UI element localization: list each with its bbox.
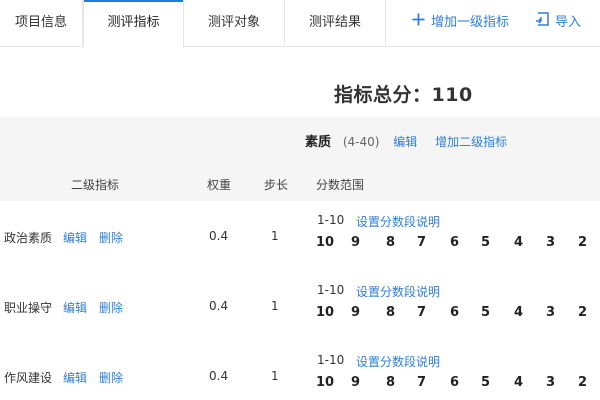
score-option[interactable]: 6 xyxy=(450,305,459,320)
delete-link[interactable]: 删除 xyxy=(99,369,123,386)
step-value: 1 xyxy=(271,369,279,383)
tab-targets[interactable]: 测评对象 xyxy=(184,0,285,47)
score-option[interactable]: 5 xyxy=(481,305,490,320)
plus-icon xyxy=(412,0,425,46)
score-option[interactable]: 4 xyxy=(514,375,523,390)
set-score-description-link[interactable]: 设置分数段说明 xyxy=(356,213,440,230)
add-level1-label: 增加一级指标 xyxy=(431,15,510,30)
score-option[interactable]: 2 xyxy=(578,375,587,390)
edit-link[interactable]: 编辑 xyxy=(63,299,87,316)
delete-link[interactable]: 删除 xyxy=(99,229,123,246)
table-row: 作风建设 编辑 删除 0.4 1 1-10 设置分数段说明 10 9 8 7 6 5 4 3 2 xyxy=(0,341,600,400)
score-options: 10 9 8 7 6 5 4 3 2 xyxy=(316,375,596,393)
import-icon xyxy=(535,0,549,46)
indicator-name: 职业操守 xyxy=(4,301,53,315)
score-options: 10 9 8 7 6 5 4 3 2 xyxy=(316,235,596,253)
tab-label: 项目信息 xyxy=(14,15,67,30)
delete-link[interactable]: 删除 xyxy=(99,299,123,316)
score-options: 10 9 8 7 6 5 4 3 2 xyxy=(316,305,596,323)
category-name: 素质 xyxy=(305,135,332,150)
active-tab-indicator xyxy=(84,0,183,2)
score-option[interactable]: 2 xyxy=(578,235,587,250)
import-label: 导入 xyxy=(555,15,582,30)
score-option[interactable]: 4 xyxy=(514,305,523,320)
add-level2-indicator-link[interactable]: 增加二级指标 xyxy=(435,135,507,149)
score-option[interactable]: 9 xyxy=(351,235,360,250)
score-option[interactable]: 8 xyxy=(386,375,395,390)
import-button[interactable]: 导入 xyxy=(535,0,581,47)
score-option[interactable]: 4 xyxy=(514,235,523,250)
score-option[interactable]: 9 xyxy=(351,305,360,320)
score-option[interactable]: 5 xyxy=(481,235,490,250)
tab-label: 测评指标 xyxy=(107,15,160,30)
edit-link[interactable]: 编辑 xyxy=(63,369,87,386)
score-option[interactable]: 2 xyxy=(578,305,587,320)
score-option[interactable]: 3 xyxy=(546,235,555,250)
set-score-description-link[interactable]: 设置分数段说明 xyxy=(356,283,440,300)
tab-project-info[interactable]: 项目信息 xyxy=(0,0,83,47)
column-header-weight: 权重 xyxy=(207,178,232,192)
score-option[interactable]: 3 xyxy=(546,375,555,390)
score-option[interactable]: 10 xyxy=(316,375,334,390)
score-option[interactable]: 10 xyxy=(316,305,334,320)
weight-value: 0.4 xyxy=(209,229,229,243)
indicator-name: 作风建设 xyxy=(4,371,53,385)
score-option[interactable]: 3 xyxy=(546,305,555,320)
weight-value: 0.4 xyxy=(209,299,229,313)
table-row: 政治素质 编辑 删除 0.4 1 1-10 设置分数段说明 10 9 8 7 6 5 4 3 2 xyxy=(0,201,600,271)
total-score: 指标总分：110 xyxy=(334,84,473,106)
tab-indicators[interactable]: 测评指标 xyxy=(83,0,184,48)
tab-bar: 项目信息 测评指标 测评对象 测评结果 增加一级指标 导入 xyxy=(0,0,600,48)
table-row: 职业操守 编辑 删除 0.4 1 1-10 设置分数段说明 10 9 8 7 6 5 4 3 2 xyxy=(0,271,600,341)
category-edit-link[interactable]: 编辑 xyxy=(393,135,417,149)
score-option[interactable]: 5 xyxy=(481,375,490,390)
score-range-value: 1-10 xyxy=(317,283,345,297)
tab-label: 测评结果 xyxy=(308,15,361,30)
score-option[interactable]: 8 xyxy=(386,235,395,250)
step-value: 1 xyxy=(271,229,279,243)
set-score-description-link[interactable]: 设置分数段说明 xyxy=(356,353,440,370)
score-option[interactable]: 6 xyxy=(450,235,459,250)
column-header-step: 步长 xyxy=(264,178,289,192)
score-option[interactable]: 10 xyxy=(316,235,334,250)
step-value: 1 xyxy=(271,299,279,313)
score-option[interactable]: 7 xyxy=(417,305,426,320)
tab-label: 测评对象 xyxy=(207,15,260,30)
score-option[interactable]: 7 xyxy=(417,375,426,390)
category-range: (4-40) xyxy=(342,135,380,149)
score-option[interactable]: 8 xyxy=(386,305,395,320)
column-header-score-range: 分数范围 xyxy=(316,178,365,192)
score-option[interactable]: 7 xyxy=(417,235,426,250)
score-option[interactable]: 9 xyxy=(351,375,360,390)
indicator-name: 政治素质 xyxy=(4,231,53,245)
column-header-secondary: 二级指标 xyxy=(71,178,120,192)
add-level1-indicator-button[interactable]: 增加一级指标 xyxy=(412,0,509,47)
score-range-value: 1-10 xyxy=(317,353,345,367)
tab-results[interactable]: 测评结果 xyxy=(285,0,386,47)
edit-link[interactable]: 编辑 xyxy=(63,229,87,246)
weight-value: 0.4 xyxy=(209,369,229,383)
score-option[interactable]: 6 xyxy=(450,375,459,390)
score-range-value: 1-10 xyxy=(317,213,345,227)
category-header: 素质 (4-40) 编辑 增加二级指标 xyxy=(305,131,507,150)
